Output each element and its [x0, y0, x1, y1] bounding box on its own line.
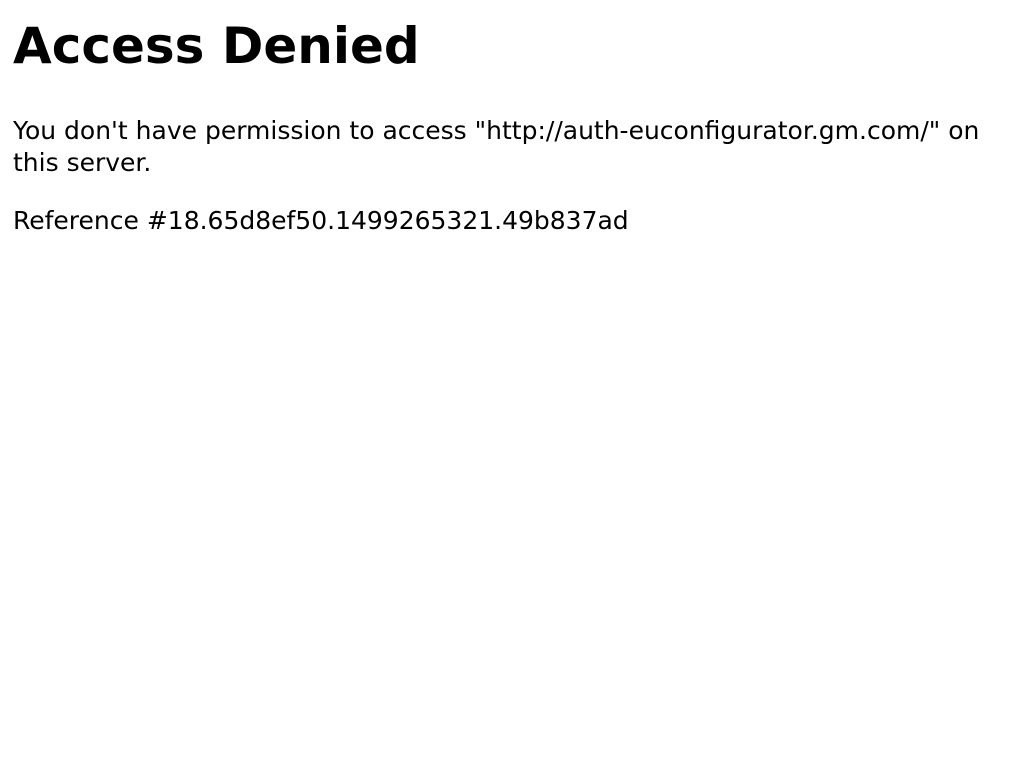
error-page: Access Denied You don't have permission … [0, 0, 1024, 768]
reference-id: Reference #18.65d8ef50.1499265321.49b837… [13, 206, 629, 235]
error-message: You don't have permission to access "htt… [13, 116, 980, 177]
page-title: Access Denied [13, 17, 420, 75]
